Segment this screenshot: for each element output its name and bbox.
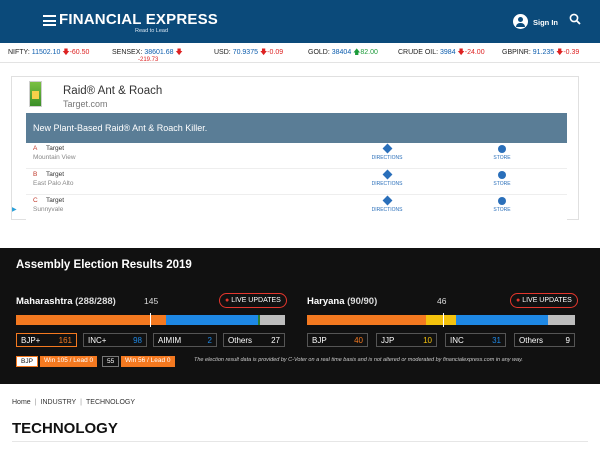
directions-icon (382, 169, 392, 180)
ad-domain[interactable]: Target.com (63, 99, 108, 109)
store-button[interactable]: STORE (482, 171, 522, 187)
ad-store-row[interactable]: C Target Sunnyvale DIRECTIONS STORE (26, 195, 567, 221)
seat-bar-segment (166, 315, 258, 325)
breadcrumb-home[interactable]: Home (12, 399, 31, 406)
site-logo[interactable]: FINANCIAL EXPRESS (59, 11, 218, 28)
ticker-item-sensex[interactable]: SENSEX: 38601.68 🡇 -219.73 (112, 48, 183, 63)
user-icon[interactable] (513, 14, 528, 29)
directions-button[interactable]: DIRECTIONS (367, 143, 407, 161)
lead-party-label: BJP (16, 356, 38, 367)
seat-bar-segment (259, 315, 285, 325)
seat-bar-segment (548, 315, 575, 325)
ticker-item-gbpinr[interactable]: GBPINR: 91.235 🡇-0.39 (502, 48, 579, 59)
menu-icon[interactable] (43, 15, 56, 26)
election-disclaimer: The election result data is provided by … (194, 357, 523, 363)
breadcrumb-technology[interactable]: TECHNOLOGY (86, 399, 135, 406)
state-name-maharashtra[interactable]: Maharashtra (288/288) (16, 296, 116, 307)
state-name-haryana[interactable]: Haryana (90/90) (307, 296, 377, 307)
store-button[interactable]: STORE (482, 197, 522, 213)
ad-store-row[interactable]: A Target Mountain View DIRECTIONS STORE (26, 143, 567, 169)
majority-mark-label: 46 (437, 296, 447, 306)
breadcrumb: Home | INDUSTRY | TECHNOLOGY (12, 399, 136, 406)
seat-bar-segment (16, 315, 167, 325)
directions-button[interactable]: DIRECTIONS (367, 169, 407, 187)
election-results-widget: Assembly Election Results 2019 Maharasht… (0, 248, 600, 384)
majority-mark-label: 145 (144, 296, 159, 306)
party-box-others[interactable]: Others 9 (514, 333, 575, 347)
site-tagline: Read to Lead (135, 28, 169, 34)
ad-title[interactable]: Raid® Ant & Roach (63, 85, 162, 97)
top-navbar: FINANCIAL EXPRESS Read to Lead Sign In (0, 0, 600, 43)
ticker-item-gold[interactable]: GOLD: 38404 🡅82.00 (308, 48, 378, 59)
advertisement[interactable]: Raid® Ant & Roach Target.com New Plant-B… (11, 76, 579, 221)
signin-link[interactable]: Sign In (533, 18, 558, 27)
directions-button[interactable]: DIRECTIONS (367, 195, 407, 213)
seat-bar-segment (307, 315, 427, 325)
lead-inc-status: Win 56 / Lead 0 (121, 356, 175, 367)
info-icon (498, 171, 506, 179)
adchoices-icon[interactable]: ▶ (12, 206, 17, 213)
seat-bar-segment (455, 315, 549, 325)
info-icon (498, 145, 506, 153)
lead-inc-seats: 55 (102, 356, 120, 367)
store-button[interactable]: STORE (482, 145, 522, 161)
directions-icon (382, 195, 392, 206)
live-updates-button[interactable]: ● LIVE UPDATES (219, 293, 287, 308)
election-title: Assembly Election Results 2019 (16, 259, 192, 271)
live-updates-button[interactable]: ● LIVE UPDATES (510, 293, 578, 308)
party-box-inc[interactable]: INC 31 (445, 333, 506, 347)
lead-bjp-status: Win 105 / Lead 0 (40, 356, 98, 367)
party-box-bjp[interactable]: BJP+ 161 (16, 333, 77, 347)
search-icon[interactable] (569, 13, 581, 25)
seat-bar-segment (426, 315, 456, 325)
directions-icon (382, 143, 392, 154)
info-icon (498, 197, 506, 205)
title-divider (12, 441, 588, 442)
breadcrumb-industry[interactable]: INDUSTRY (41, 399, 77, 406)
party-box-others[interactable]: Others 27 (223, 333, 285, 347)
party-box-inc[interactable]: INC+ 98 (83, 333, 147, 347)
market-ticker: NIFTY: 11502.10 🡇-60.50 SENSEX: 38601.68… (0, 43, 600, 63)
party-box-jjp[interactable]: JJP 10 (376, 333, 437, 347)
page-title: TECHNOLOGY (12, 420, 118, 437)
ticker-item-crude-oil[interactable]: CRUDE OIL: 3984 🡇-24.00 (398, 48, 485, 59)
seat-bar-maharashtra (16, 313, 285, 327)
party-box-bjp[interactable]: BJP 40 (307, 333, 368, 347)
ad-store-row[interactable]: B Target East Palo Alto DIRECTIONS STORE (26, 169, 567, 195)
ad-banner[interactable]: New Plant-Based Raid® Ant & Roach Killer… (26, 113, 567, 143)
party-box-aimim[interactable]: AIMIM 2 (153, 333, 217, 347)
seat-bar-haryana (307, 313, 575, 327)
majority-marker (443, 313, 444, 327)
ad-product-image[interactable] (29, 81, 42, 107)
majority-marker (150, 313, 151, 327)
ticker-item-nifty[interactable]: NIFTY: 11502.10 🡇-60.50 (8, 48, 89, 59)
ticker-item-usd[interactable]: USD: 70.9375 🡇-0.09 (214, 48, 283, 59)
